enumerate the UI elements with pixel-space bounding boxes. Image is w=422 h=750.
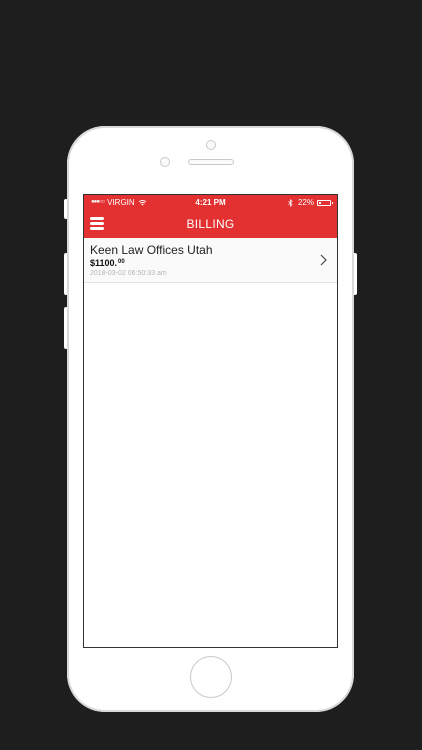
status-bar-right: 22%: [288, 195, 333, 210]
status-bar: ●●●○○ VIRGIN 4:21 PM 22%: [84, 195, 337, 210]
billing-list: Keen Law Offices Utah $1100.00 2018-03-02 …: [84, 238, 337, 283]
stage: ●●●○○ VIRGIN 4:21 PM 22% BILLING Keen La…: [0, 0, 422, 750]
earpiece-speaker: [188, 159, 234, 165]
battery-percent: 22%: [297, 198, 314, 207]
nav-bar: BILLING: [84, 210, 337, 238]
chevron-right-icon: [320, 254, 327, 266]
billing-item-amount-main: $1100.: [90, 258, 118, 268]
billing-item[interactable]: Keen Law Offices Utah $1100.00 2018-03-02 …: [84, 238, 337, 283]
home-button[interactable]: [190, 656, 232, 698]
front-camera: [206, 140, 216, 150]
billing-item-amount: $1100.00: [90, 258, 125, 268]
battery-fill: [319, 201, 321, 204]
billing-item-title: Keen Law Offices Utah: [90, 243, 213, 257]
billing-item-date: 2018-03-02 06:50:33 am: [90, 270, 167, 277]
billing-item-amount-cents: 00: [118, 259, 125, 265]
battery-icon: [317, 199, 333, 206]
bluetooth-icon: [288, 198, 293, 207]
battery-tip: [332, 201, 333, 204]
page-title: BILLING: [186, 217, 235, 231]
proximity-sensor: [160, 157, 170, 167]
app-screen: ●●●○○ VIRGIN 4:21 PM 22% BILLING Keen La…: [83, 194, 338, 648]
